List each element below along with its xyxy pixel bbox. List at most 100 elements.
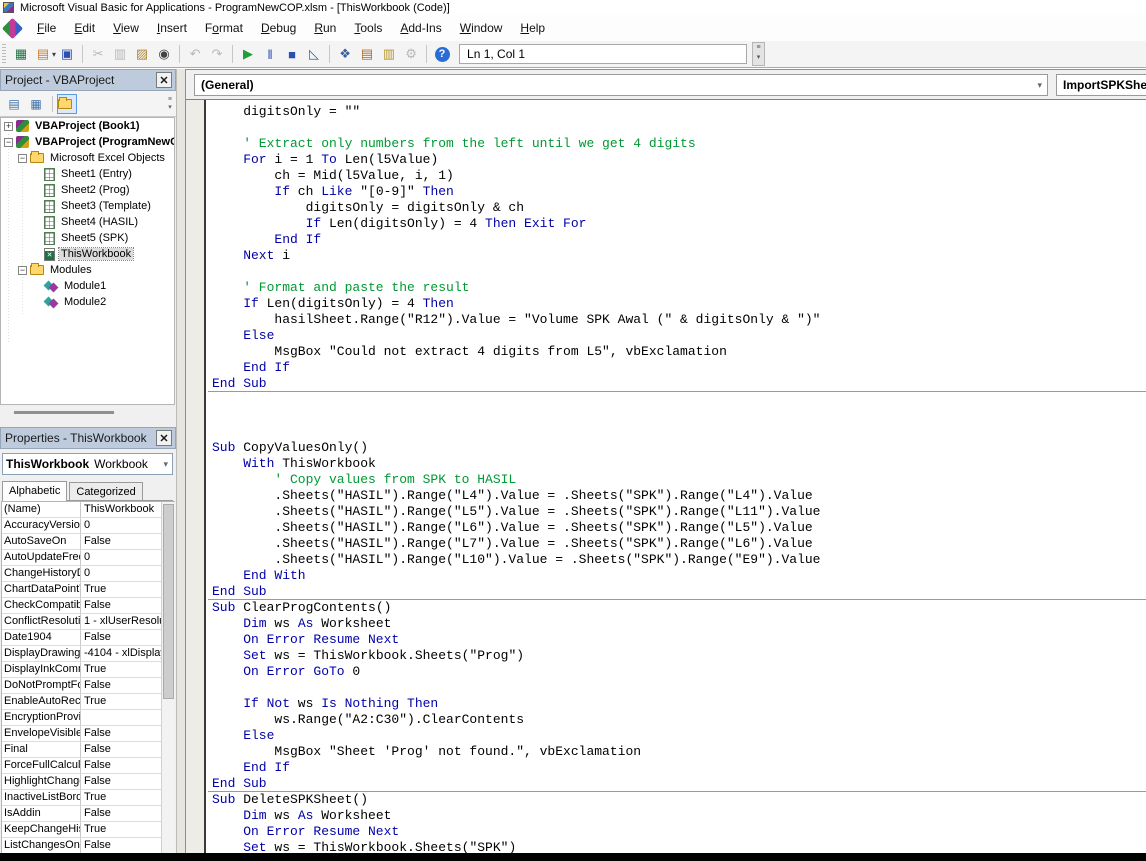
properties-vscrollbar-thumb[interactable]	[163, 504, 174, 699]
property-row[interactable]: EnableAutoRecoverTrue	[2, 694, 174, 710]
properties-grid[interactable]: (Name)ThisWorkbookAccuracyVersion0AutoSa…	[1, 501, 175, 861]
break-button[interactable]: ‖	[260, 44, 280, 64]
tree-item-label: Module2	[62, 296, 108, 308]
tree-item-thisworkbook[interactable]: ThisWorkbook	[1, 246, 174, 262]
property-name: ForceFullCalculation	[2, 758, 81, 773]
collapse-icon[interactable]: −	[4, 138, 13, 147]
expand-icon[interactable]: +	[4, 122, 13, 131]
property-row[interactable]: KeepChangeHistoryTrue	[2, 822, 174, 838]
property-row[interactable]: IsAddinFalse	[2, 806, 174, 822]
properties-vscrollbar[interactable]	[161, 502, 175, 860]
menu-addins[interactable]: Add-Ins	[391, 17, 450, 39]
insert-userform-button[interactable]: ▤	[33, 44, 53, 64]
menu-file[interactable]: File	[28, 17, 65, 39]
paste-button[interactable]: ▨	[132, 44, 152, 64]
menu-edit[interactable]: Edit	[65, 17, 104, 39]
tab-categorized[interactable]: Categorized	[69, 482, 142, 500]
panel-splitter[interactable]	[176, 69, 186, 861]
project-explorer-button[interactable]: ❖	[335, 44, 355, 64]
code-margin-bar[interactable]	[186, 100, 206, 861]
view-excel-button[interactable]: ▦	[11, 44, 31, 64]
properties-object-dropdown[interactable]: ThisWorkbook Workbook ▾	[2, 453, 173, 475]
object-dropdown[interactable]: (General) ▾	[194, 74, 1048, 96]
property-row[interactable]: Date1904False	[2, 630, 174, 646]
property-row[interactable]: InactiveListBorderVisibleTrue	[2, 790, 174, 806]
menu-help[interactable]: Help	[511, 17, 554, 39]
property-row[interactable]: DisplayInkCommentsTrue	[2, 662, 174, 678]
toggle-folders-button[interactable]	[57, 94, 77, 114]
property-row[interactable]: AccuracyVersion0	[2, 518, 174, 534]
tree-item-sheet1-entry[interactable]: Sheet1 (Entry)	[1, 166, 174, 182]
project-toolbar-overflow-handle[interactable]: ≡▾	[168, 96, 172, 112]
tree-item-microsoft-excel-objects[interactable]: −Microsoft Excel Objects	[1, 150, 174, 166]
project-panel-close-button[interactable]: ✕	[156, 72, 172, 88]
save-button[interactable]: ▣	[57, 44, 77, 64]
run-button[interactable]: ▶	[238, 44, 258, 64]
property-row[interactable]: EnvelopeVisibleFalse	[2, 726, 174, 742]
tree-item-sheet5-spk[interactable]: Sheet5 (SPK)	[1, 230, 174, 246]
property-row[interactable]: AutoUpdateFrequency0	[2, 550, 174, 566]
tree-item-modules[interactable]: −Modules	[1, 262, 174, 278]
tree-item-module2[interactable]: Module2	[1, 294, 174, 310]
toolbar-overflow-handle[interactable]: ≡▾	[752, 42, 765, 66]
collapse-icon[interactable]: −	[18, 154, 27, 163]
properties-panel-close-button[interactable]: ✕	[156, 430, 172, 446]
code-text[interactable]: digitsOnly = ""' Extract only numbers fr…	[208, 100, 1146, 861]
property-row[interactable]: ConflictResolution1 - xlUserResolution	[2, 614, 174, 630]
object-browser-button[interactable]: ▥	[379, 44, 399, 64]
tab-alphabetic[interactable]: Alphabetic	[2, 481, 67, 501]
view-object-button[interactable]: ▦	[26, 94, 46, 114]
view-code-button[interactable]: ▤	[4, 94, 24, 114]
property-row[interactable]: ListChangesOnNewSheetFalse	[2, 838, 174, 854]
code-line: ' Format and paste the result	[208, 280, 1146, 296]
tree-item-label: VBAProject (Book1)	[33, 120, 142, 132]
project-tree[interactable]: + VBAProject (Book1) −VBAProject (ProgramN…	[0, 117, 175, 405]
tree-item-sheet4-hasil[interactable]: Sheet4 (HASIL)	[1, 214, 174, 230]
tree-item-label: Sheet1 (Entry)	[59, 168, 134, 180]
code-line: For i = 1 To Len(l5Value)	[208, 152, 1146, 168]
code-line: Dim ws As Worksheet	[208, 616, 1146, 632]
property-row[interactable]: ChartDataPointTrackTrue	[2, 582, 174, 598]
property-row[interactable]: FinalFalse	[2, 742, 174, 758]
property-row[interactable]: DoNotPromptForConvertFalse	[2, 678, 174, 694]
tree-item-sheet3-template[interactable]: Sheet3 (Template)	[1, 198, 174, 214]
property-row[interactable]: CheckCompatibilityFalse	[2, 598, 174, 614]
menu-tools[interactable]: Tools	[345, 17, 391, 39]
property-row[interactable]: DisplayDrawingObjects-4104 - xlDisplaySh…	[2, 646, 174, 662]
tree-item-vbaproject-programnewcop-xlsm[interactable]: −VBAProject (ProgramNewCOP.xlsm)	[1, 134, 174, 150]
code-line: ws.Range("A2:C30").ClearContents	[208, 712, 1146, 728]
menu-view[interactable]: View	[104, 17, 148, 39]
menu-insert[interactable]: Insert	[148, 17, 196, 39]
toolbar-drag-handle[interactable]	[2, 44, 6, 64]
property-row[interactable]: AutoSaveOnFalse	[2, 534, 174, 550]
property-row[interactable]: EncryptionProvider	[2, 710, 174, 726]
code-editor[interactable]: digitsOnly = ""' Extract only numbers fr…	[186, 100, 1146, 861]
property-row[interactable]: ChangeHistoryDuration0	[2, 566, 174, 582]
dropdown-arrow-icon[interactable]: ▾	[52, 50, 56, 59]
menu-window[interactable]: Window	[451, 17, 512, 39]
project-tree-hscrollbar[interactable]	[0, 405, 176, 421]
menu-format[interactable]: Format	[196, 17, 252, 39]
code-line: End Sub	[208, 584, 1146, 600]
properties-window-button[interactable]: ▤	[357, 44, 377, 64]
property-row[interactable]: (Name)ThisWorkbook	[2, 502, 174, 518]
code-line: End If	[208, 360, 1146, 376]
property-row[interactable]: ForceFullCalculationFalse	[2, 758, 174, 774]
code-line: End Sub	[208, 376, 1146, 392]
property-name: ChangeHistoryDuration	[2, 566, 81, 581]
tree-item-sheet2-prog[interactable]: Sheet2 (Prog)	[1, 182, 174, 198]
help-button[interactable]: ?	[432, 44, 452, 64]
tree-item-module1[interactable]: Module1	[1, 278, 174, 294]
menu-debug[interactable]: Debug	[252, 17, 305, 39]
reset-button[interactable]: ■	[282, 44, 302, 64]
property-row[interactable]: HighlightChangesOnScreenFalse	[2, 774, 174, 790]
code-line: If Len(digitsOnly) = 4 Then	[208, 296, 1146, 312]
design-mode-button[interactable]: ◺	[304, 44, 324, 64]
main-area: Project - VBAProject ✕ ▤ ▦ ≡▾ +VBAProjec…	[0, 69, 1146, 861]
procedure-dropdown[interactable]: ImportSPKSheet	[1056, 74, 1146, 96]
menu-run[interactable]: Run	[305, 17, 345, 39]
collapse-icon[interactable]: −	[18, 266, 27, 275]
project-tree-hscrollbar-thumb[interactable]	[14, 411, 114, 414]
find-button[interactable]: ◉	[154, 44, 174, 64]
tree-item-vbaproject-book1[interactable]: + VBAProject (Book1)	[1, 118, 174, 134]
